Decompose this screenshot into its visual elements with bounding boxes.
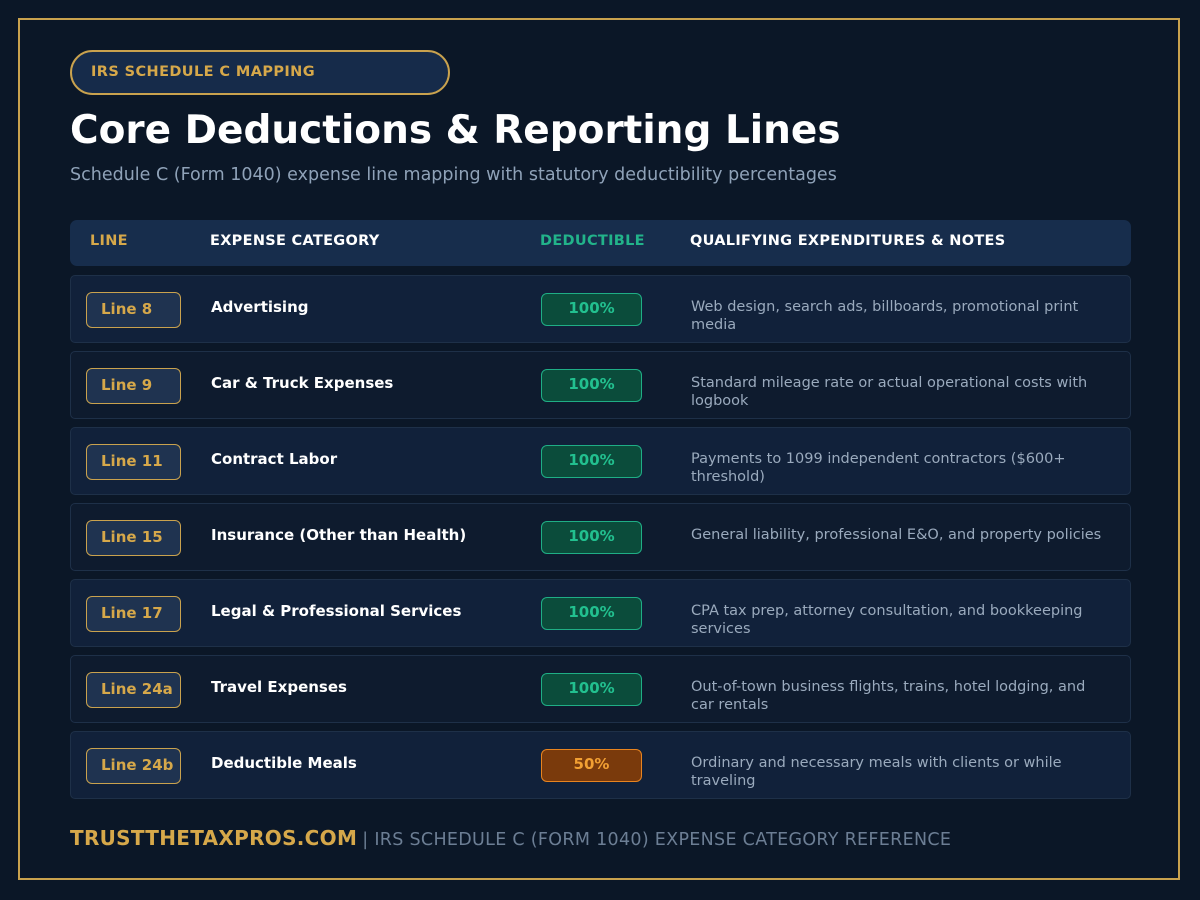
header-expense-category: EXPENSE CATEGORY — [210, 233, 380, 249]
table-body: Line 8 Advertising 100% Web design, sear… — [70, 275, 1131, 807]
expense-category: Car & Truck Expenses — [211, 374, 394, 392]
header-line: LINE — [90, 233, 128, 249]
expense-category: Legal & Professional Services — [211, 602, 462, 620]
line-badge: Line 17 — [86, 596, 181, 632]
section-badge: IRS SCHEDULE C MAPPING — [70, 50, 450, 95]
line-badge: Line 24b — [86, 748, 181, 784]
deductible-badge: 100% — [541, 521, 642, 554]
footer-note: | IRS SCHEDULE C (FORM 1040) EXPENSE CAT… — [362, 830, 952, 850]
expense-notes: Web design, search ads, billboards, prom… — [691, 299, 1079, 333]
deductible-badge: 50% — [541, 749, 642, 782]
line-badge: Line 8 — [86, 292, 181, 328]
deductible-badge: 100% — [541, 597, 642, 630]
table-row: Line 24a Travel Expenses 100% Out-of-tow… — [70, 655, 1131, 723]
footer: TRUSTTHETAXPROS.COM | IRS SCHEDULE C (FO… — [70, 826, 951, 850]
expense-category: Travel Expenses — [211, 678, 347, 696]
deductible-badge: 100% — [541, 673, 642, 706]
expense-category: Insurance (Other than Health) — [211, 526, 467, 544]
table-header: LINE EXPENSE CATEGORY DEDUCTIBLE QUALIFY… — [70, 220, 1131, 266]
header-deductible: DEDUCTIBLE — [540, 233, 645, 249]
expense-notes: Standard mileage rate or actual operatio… — [691, 375, 1088, 409]
table-row: Line 15 Insurance (Other than Health) 10… — [70, 503, 1131, 571]
deductible-badge: 100% — [541, 369, 642, 402]
expense-notes: Out-of-town business flights, trains, ho… — [691, 679, 1086, 713]
line-badge: Line 24a — [86, 672, 181, 708]
page-subtitle: Schedule C (Form 1040) expense line mapp… — [70, 165, 837, 185]
expense-category: Deductible Meals — [211, 754, 357, 772]
line-badge: Line 11 — [86, 444, 181, 480]
expense-notes: Payments to 1099 independent contractors… — [691, 451, 1066, 485]
expense-category: Advertising — [211, 298, 309, 316]
deductible-badge: 100% — [541, 293, 642, 326]
line-badge: Line 15 — [86, 520, 181, 556]
expense-category: Contract Labor — [211, 450, 338, 468]
expense-notes: CPA tax prep, attorney consultation, and… — [691, 603, 1083, 637]
table-row: Line 9 Car & Truck Expenses 100% Standar… — [70, 351, 1131, 419]
table-row: Line 17 Legal & Professional Services 10… — [70, 579, 1131, 647]
deductible-badge: 100% — [541, 445, 642, 478]
header-notes: QUALIFYING EXPENDITURES & NOTES — [690, 233, 1006, 249]
expense-notes: General liability, professional E&O, and… — [691, 527, 1102, 543]
expense-notes: Ordinary and necessary meals with client… — [691, 755, 1062, 789]
table-row: Line 24b Deductible Meals 50% Ordinary a… — [70, 731, 1131, 799]
footer-brand: TRUSTTHETAXPROS.COM — [70, 826, 358, 850]
table-row: Line 8 Advertising 100% Web design, sear… — [70, 275, 1131, 343]
table-row: Line 11 Contract Labor 100% Payments to … — [70, 427, 1131, 495]
page-title: Core Deductions & Reporting Lines — [70, 108, 841, 153]
line-badge: Line 9 — [86, 368, 181, 404]
